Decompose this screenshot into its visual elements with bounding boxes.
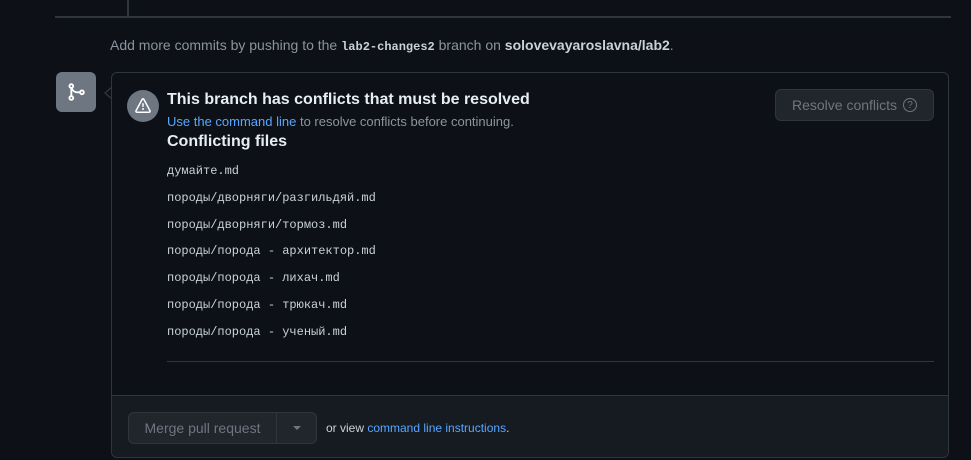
push-hint: Add more commits by pushing to the lab2-… bbox=[110, 37, 674, 54]
conflict-subtitle: Use the command line to resolve conflict… bbox=[167, 114, 514, 129]
conflicting-files-heading: Conflicting files bbox=[167, 133, 287, 150]
conflicting-file: породы/порода - трюкач.md bbox=[167, 297, 348, 312]
conflicting-file: породы/порода - ученый.md bbox=[167, 324, 348, 339]
section-divider bbox=[55, 16, 951, 18]
or-view-text: or view bbox=[326, 421, 368, 435]
merge-pull-request-button[interactable]: Merge pull request bbox=[128, 412, 277, 444]
conflict-title: This branch has conflicts that must be r… bbox=[167, 91, 530, 108]
repo-name: solovevayaroslavna/lab2 bbox=[504, 37, 670, 53]
question-icon: ? bbox=[903, 98, 918, 112]
resolve-conflicts-label: Resolve conflicts bbox=[791, 97, 898, 113]
timeline-line bbox=[127, 0, 129, 16]
branch-name: lab2-changes2 bbox=[341, 40, 435, 54]
resolve-conflicts-button[interactable]: Resolve conflicts ? bbox=[775, 89, 934, 121]
merge-button-group: Merge pull request bbox=[128, 412, 317, 444]
triangle-down-icon bbox=[292, 426, 301, 430]
command-line-hint: or view command line instructions. bbox=[326, 421, 509, 435]
merge-options-button[interactable] bbox=[276, 412, 317, 444]
conflicting-file: породы/порода - лихач.md bbox=[167, 271, 340, 286]
conflicting-file: думайте.md bbox=[167, 164, 240, 178]
conflicting-file: породы/порода - архитектор.md bbox=[167, 244, 376, 259]
command-line-instructions-link[interactable]: command line instructions bbox=[367, 421, 506, 435]
alert-triangle-icon bbox=[127, 90, 159, 122]
command-line-link[interactable]: Use the command line bbox=[167, 114, 296, 129]
git-merge-icon bbox=[56, 72, 96, 112]
conflicting-file: породы/дворняги/разгильдяй.md bbox=[167, 190, 376, 205]
merge-box: This branch has conflicts that must be r… bbox=[111, 72, 949, 458]
conflict-section: This branch has conflicts that must be r… bbox=[112, 73, 948, 395]
footer-suffix: . bbox=[506, 421, 510, 435]
hint-suffix: . bbox=[669, 37, 674, 53]
conflicting-files-list: думайте.md породы/дворняги/разгильдяй.md… bbox=[167, 164, 376, 352]
hint-prefix: Add more commits by pushing to the bbox=[110, 37, 342, 53]
files-divider bbox=[167, 361, 934, 362]
conflict-sub-text: to resolve conflicts before continuing. bbox=[296, 114, 514, 129]
conflicting-file: породы/дворняги/тормоз.md bbox=[167, 217, 348, 232]
merge-footer: Merge pull request or view command line … bbox=[112, 395, 948, 457]
hint-middle: branch on bbox=[434, 37, 505, 53]
